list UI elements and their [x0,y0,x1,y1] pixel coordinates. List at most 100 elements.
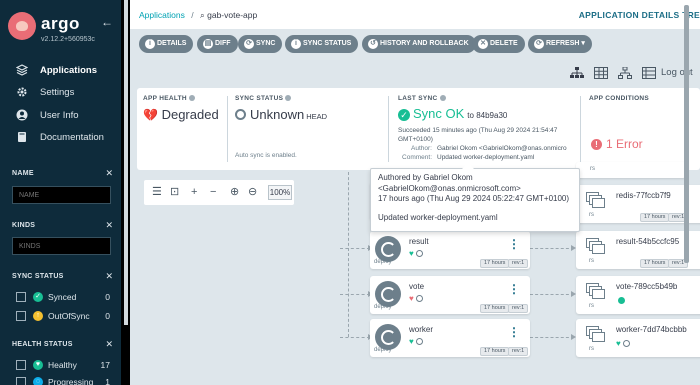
sidebar-item-label: Documentation [40,132,104,143]
filter-outofsync[interactable]: ↑ OutOfSync 0 [16,310,110,324]
graph-edge [530,294,574,295]
checkbox[interactable] [16,311,26,321]
heart-icon: ♥ [409,337,414,346]
filter-synced[interactable]: ✓ Synced 0 [16,291,110,305]
delete-button[interactable]: ✕ DELETE [472,35,525,53]
zoom-minus-icon[interactable]: − [210,186,216,198]
close-icon[interactable]: ✕ [105,271,113,282]
succeeded-tz: GMT+0100) [398,136,433,143]
app-conditions-section[interactable]: APP CONDITIONS ! 1 Error [589,88,699,170]
kebab-menu-icon[interactable]: ⋮ [508,283,520,295]
sidebar-item-label: User Info [40,110,79,121]
sidebar-item-documentation[interactable]: Documentation [16,130,116,148]
progressing-icon [618,297,625,304]
rs-node-partial[interactable]: rs [576,162,686,178]
close-icon[interactable]: ✕ [105,339,113,350]
filter-sync-status-title: SYNC STATUS [12,273,64,280]
node-name: worker [409,325,434,334]
rs-node-result[interactable]: rs result-54b5ccfc95 17 hours rev:1 [576,231,700,269]
graph-edge [340,248,370,249]
details-button[interactable]: i DETAILS [139,35,194,53]
graph-edge [340,337,370,338]
name-filter-input[interactable] [12,186,111,204]
sync-status-section[interactable]: SYNC STATUS Unknown HEAD Auto sync is ena… [235,88,385,170]
node-kind: rs [589,303,594,309]
checkbox[interactable] [16,360,26,370]
filter-kinds-title: KINDS [12,222,36,229]
last-sync-section[interactable]: LAST SYNC ✓ Sync OK to 84b9a30 Succeeded 1… [398,88,576,170]
auto-sync-note: Auto sync is enabled. [235,152,297,159]
deploy-node-worker[interactable]: deploy worker ♥ ⋮ 17 hours rev:1 [370,319,530,357]
replicaset-icon [586,326,608,342]
sidebar-item-settings[interactable]: Settings [16,85,116,103]
sync-button[interactable]: ⟳ SYNC [238,35,283,53]
zoom-in-icon[interactable]: ⊕ [230,186,239,198]
rs-node-worker[interactable]: rs worker-7dd74bcbbb ♥ [576,319,700,357]
deploy-node-vote[interactable]: deploy vote ♥ ⋮ 17 hours rev:1 [370,276,530,314]
kebab-menu-icon[interactable]: ⋮ [508,238,520,250]
redo-icon: ⟳ [534,39,544,49]
close-icon[interactable]: ✕ [105,220,113,231]
network-view-icon[interactable] [618,67,632,79]
broken-heart-icon: ♥ [409,294,414,303]
kinds-filter-input[interactable] [12,237,111,255]
node-status: ♥ [409,249,423,258]
health-label: Degraded [161,107,219,122]
refresh-button[interactable]: ⟳ REFRESH ▾ [528,35,592,53]
zoom-out-icon[interactable]: ⊖ [248,186,257,198]
close-icon[interactable]: ✕ [105,168,113,179]
last-sync-author: Author: Gabriel Okom <GabrielOkom@onas.on… [398,145,567,152]
last-sync-title: LAST SYNC [398,95,446,102]
help-icon[interactable] [439,95,446,102]
age-badge: 17 hours [640,213,670,222]
help-icon[interactable] [188,95,195,102]
collapse-arrow-icon[interactable]: ← [101,15,113,29]
sync-revision[interactable]: to 84b9a30 [467,111,507,120]
rs-node-redis[interactable]: rs redis-77fccb7f9 17 hours rev:1 [576,185,700,223]
breadcrumb-app-name[interactable]: gab-vote-app [207,10,257,20]
sync-ref: HEAD [306,112,328,121]
sidebar: argo v2.12.2+560953c ← Applications Sett… [0,0,121,385]
revision-badge: rev:1 [508,347,529,356]
rs-node-vote[interactable]: rs vote-789cc5b49b [576,276,700,314]
sync-status-button[interactable]: i SYNC STATUS [285,35,359,53]
filter-progressing[interactable]: ◌ Progressing 1 [16,376,110,385]
tree-view-icon[interactable] [570,67,584,79]
align-left-icon[interactable]: ☰ [152,186,162,198]
list-view-icon[interactable] [642,67,656,79]
app-conditions-value[interactable]: ! 1 Error [591,137,643,151]
breadcrumb-applications-link[interactable]: Applications [139,10,185,20]
breadcrumb: Applications / ⌕ gab-vote-app [139,10,257,21]
arrow-up-circle-icon: ↑ [33,311,43,321]
filter-healthy[interactable]: ♥ Healthy 17 [16,359,110,373]
main-scrollbar[interactable] [684,5,689,263]
heart-icon: ♥ [409,249,414,258]
history-and-rollback-button[interactable]: ↺ HISTORY AND ROLLBACK [362,35,476,53]
gear-icon [17,87,27,97]
last-sync-time: Succeeded 15 minutes ago (Thu Aug 29 202… [398,126,557,144]
fit-screen-icon[interactable]: ⊡ [170,186,179,198]
diff-button[interactable]: ▤ DIFF [197,35,238,53]
deploy-node-result[interactable]: deploy result ♥ ⋮ 17 hours rev:1 [370,231,530,269]
help-icon[interactable] [285,95,292,102]
filter-label: Synced [48,292,77,302]
button-label: SYNC STATUS [303,40,352,47]
checkbox[interactable] [16,377,26,385]
zoom-plus-icon[interactable]: + [191,186,197,198]
sidebar-item-label: Settings [40,87,75,98]
sidebar-item-user-info[interactable]: User Info [16,108,116,126]
node-status: ♥ [409,294,423,303]
checkbox[interactable] [16,292,26,302]
node-kind: deploy [374,347,392,353]
revision-badge: rev:1 [508,304,529,313]
replicaset-icon [586,238,608,254]
replicaset-icon [586,192,608,208]
sidebar-item-applications[interactable]: Applications [16,63,116,81]
sidebar-scrollbar[interactable] [124,0,128,325]
last-sync-value: ✓ Sync OK to 84b9a30 [398,106,507,121]
pods-view-icon[interactable] [594,67,608,79]
app-health-section[interactable]: APP HEALTH 💔 Degraded [143,88,223,170]
zoom-level[interactable]: 100% [268,185,292,200]
node-name: vote [409,282,425,291]
kebab-menu-icon[interactable]: ⋮ [508,326,520,338]
